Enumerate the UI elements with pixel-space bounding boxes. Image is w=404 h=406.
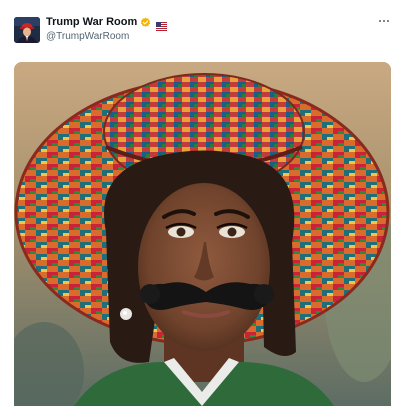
tweet-card: Trump War Room @TrumpWarRoom — [0, 0, 404, 406]
author-handle[interactable]: @TrumpWarRoom — [46, 31, 129, 42]
avatar-image — [14, 17, 40, 43]
verified-check-icon[interactable] — [140, 17, 151, 28]
tweet-header: Trump War Room @TrumpWarRoom — [0, 0, 404, 60]
more-horizontal-icon — [379, 20, 382, 22]
more-options-button[interactable] — [376, 14, 392, 28]
avatar[interactable] — [14, 17, 40, 43]
author-display-name[interactable]: Trump War Room — [46, 16, 137, 28]
us-flag-emoji-icon — [156, 18, 168, 31]
more-dot — [386, 20, 389, 22]
author-name-line: Trump War Room — [46, 16, 168, 31]
tweet-media-image[interactable] — [14, 62, 391, 406]
ai-generated-portrait-image — [14, 62, 391, 406]
more-dot — [383, 20, 385, 22]
